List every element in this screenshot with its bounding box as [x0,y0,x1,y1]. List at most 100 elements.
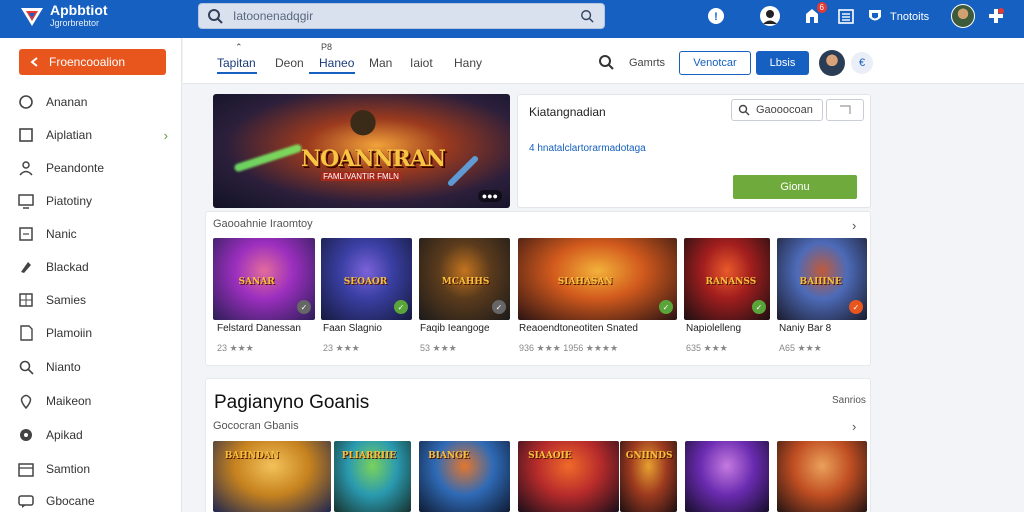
game-title[interactable]: Naniy Bar 8 [779,323,831,334]
game-card[interactable]: SIAAOIE [518,441,619,512]
shield-icon[interactable] [864,5,886,27]
sidebar-item-label: Samtion [46,462,91,476]
solid-button[interactable]: Lbsis [756,51,809,75]
sidebar-item-label: Piatotiny [46,194,93,208]
game-cover-text: GNIINDS [625,451,673,461]
game-card[interactable]: SEOAOR ✓ [321,238,412,320]
game-card[interactable]: RANANSS ✓ [684,238,770,320]
sidebar-item-6[interactable]: Samies [18,288,168,312]
user-name[interactable]: Tnotoits [890,11,929,23]
game-cover-text: SEOAOR [343,277,388,288]
game-title[interactable]: Napiolelleng [686,323,741,334]
row1-chevron-right-icon[interactable]: › [852,218,856,233]
info-share-button[interactable] [826,99,864,121]
notifications-icon[interactable]: 6 [801,2,827,27]
sidebar-item-12[interactable]: Gbocane [18,489,168,512]
search-input[interactable]: Iatoonenadqgir [198,3,605,29]
sidebar-item-0[interactable]: Ananan [18,90,168,114]
search-icon[interactable] [598,54,614,70]
game-cover-text: BAHNDAN [224,451,280,461]
section-more-link[interactable]: Sanrios [832,395,866,406]
game-card[interactable]: PLIARRIIE [334,441,411,512]
search-icon [208,9,223,24]
sidebar-item-11[interactable]: Samtion [18,457,168,481]
search-placeholder: Iatoonenadqgir [233,9,314,23]
sidebar-item-7[interactable]: Plamoiin [18,321,168,345]
game-card[interactable]: SANAR ✓ [213,238,315,320]
game-card[interactable]: BIANGE [419,441,510,512]
sidebar-item-3[interactable]: Piatotiny [18,189,168,213]
disc-icon [18,427,34,443]
sidebar-item-10[interactable]: Apikad [18,423,168,447]
user-profile-icon[interactable] [759,5,781,27]
app-logo[interactable]: Apbbtiot Jgrorbrebtor [18,2,108,30]
game-card[interactable]: BAHNDAN [213,441,331,512]
game-status-icon: ✓ [492,300,506,314]
info-search-label: Gaooocoan [756,104,813,116]
sidebar-item-1[interactable]: Aiplatian › [18,123,168,147]
game-title[interactable]: Felstard Danessan [217,323,301,334]
app-title-text: Apbbtiot [50,2,108,18]
game-cover-text: MCAHHS [441,277,490,288]
tab-0[interactable]: Tapitan [217,56,256,70]
grid-icon [18,292,34,308]
sidebar-item-2[interactable]: Peandonte [18,156,168,180]
sidebar-item-5[interactable]: Blackad [18,255,168,279]
user-avatar[interactable] [951,4,975,28]
game-card[interactable] [777,441,867,512]
game-card[interactable] [685,441,769,512]
sidebar-item-label: Samies [46,293,87,307]
sidebar-item-label: Aiplatian [46,128,93,142]
add-game-icon[interactable] [985,5,1007,27]
sidebar-item-label: Apikad [46,428,83,442]
tab-4[interactable]: Iaiot [410,56,433,70]
green-action-button[interactable]: Gionu [733,175,857,199]
info-card: Kiatangnadian Gaooocoan 4 hnatalclartora… [517,94,871,208]
tab-5[interactable]: Hany [454,56,482,70]
primary-action-button[interactable]: Froencooalion [19,49,166,75]
game-card[interactable]: SIAHASAN ✓ [518,238,677,320]
game-status-icon: ✓ [394,300,408,314]
sidebar-item-label: Peandonte [46,161,105,175]
sidebar-item-4[interactable]: Nanic [18,222,168,246]
game-card[interactable]: GNIINDS [620,441,677,512]
app-subtitle: Jgrorbrebtor [50,18,100,28]
info-card-title: Kiatangnadian [529,105,606,119]
games-label[interactable]: Gamrts [629,57,665,69]
tab-2[interactable]: Haneo [319,56,354,70]
row2-chevron-right-icon[interactable]: › [852,419,856,434]
info-search-button[interactable]: Gaooocoan [731,99,823,121]
game-card[interactable]: MCAHHS ✓ [419,238,510,320]
hero-banner[interactable]: NOANNRAN FAMLIVANTIR FMLN ●●● [213,94,510,208]
game-title[interactable]: Faqib Ieangoge [420,323,490,334]
monitor-icon [18,193,34,209]
calendar-icon[interactable] [835,5,857,27]
svg-text:!: ! [714,11,718,23]
sidebar-item-8[interactable]: Nianto [18,355,168,379]
game-title[interactable]: Reaoendtoneotiten Snated [519,323,638,334]
sidebar-item-label: Blackad [46,260,89,274]
help-icon[interactable]: ! [705,5,727,27]
sidebar-item-9[interactable]: Maikeon [18,389,168,413]
tab-1[interactable]: Deon [275,56,304,70]
location-icon [18,393,34,409]
logo-icon [21,8,43,26]
chevron-right-icon: › [163,127,168,143]
share-icon [840,105,851,114]
sidebar-item-label: Maikeon [46,394,92,408]
game-cover-text: RANANSS [705,277,757,288]
game-cover-text: PLIARRIIE [341,451,397,461]
game-cover-text: BIANGE [428,451,470,461]
profile-avatar[interactable] [819,50,845,76]
primary-action-label: Froencooalion [49,55,126,69]
hero-pager[interactable]: ●●● [477,190,502,202]
game-card[interactable]: BAIIINE ✓ [777,238,867,320]
info-card-link[interactable]: 4 hnatalclartorarmadotaga [529,143,646,154]
search-submit-icon[interactable] [580,9,594,23]
tab-3[interactable]: Man [369,56,392,70]
brush-icon [18,259,34,275]
currency-icon[interactable]: € [851,52,873,74]
outline-button[interactable]: Venotcar [679,51,751,75]
row1-label: Gaooahnie Iraomtoy [213,218,313,230]
game-title[interactable]: Faan Slagnio [323,323,382,334]
